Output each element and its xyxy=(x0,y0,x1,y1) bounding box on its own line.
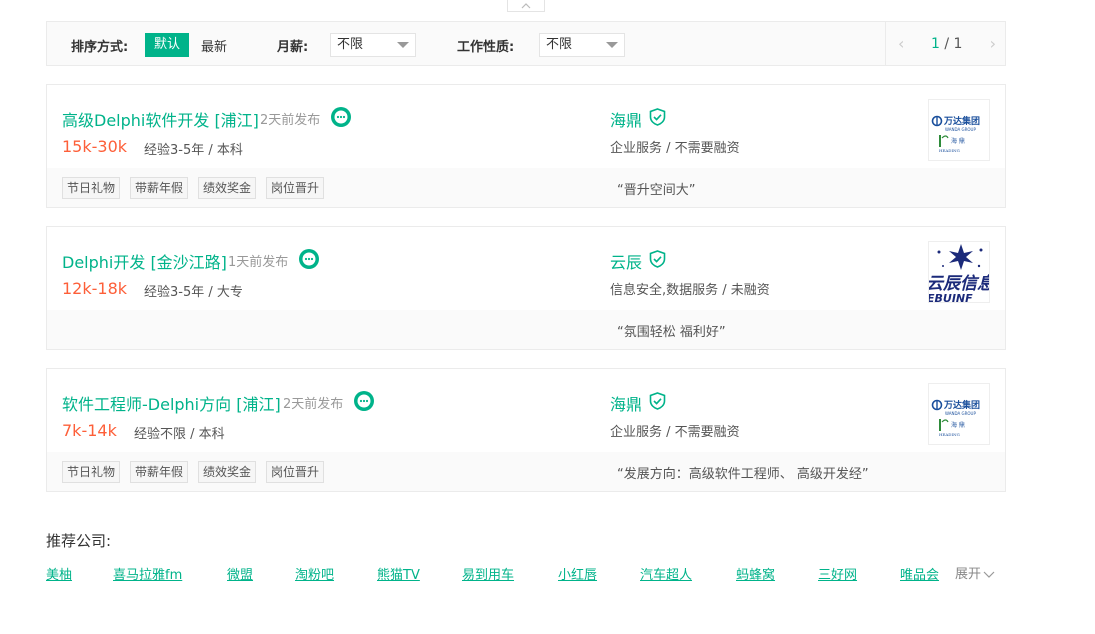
logo-text: 云辰信息 xyxy=(929,274,990,294)
logo-text: 海 鼎 xyxy=(951,137,965,145)
caret-down-icon xyxy=(606,42,618,48)
logo-text: 万达集团 xyxy=(943,115,980,127)
job-tag: 带薪年假 xyxy=(130,177,189,199)
shield-check-icon xyxy=(649,250,666,268)
recommend-company-link[interactable]: 淘粉吧 xyxy=(295,564,334,583)
job-requirement: 经验不限 / 本科 xyxy=(134,427,225,442)
job-card: 高级Delphi软件开发 [浦江] 2天前发布 15k-30k 经验3-5年 /… xyxy=(46,84,1006,208)
recommend-company-link[interactable]: 汽车超人 xyxy=(640,564,692,583)
logo-subtext: EBUINF xyxy=(929,292,973,303)
job-salary: 15k-30k xyxy=(62,137,128,156)
company-industry: 企业服务 / 不需要融资 xyxy=(610,141,740,156)
job-card: 软件工程师-Delphi方向 [浦江] 2天前发布 7k-14k 经验不限 / … xyxy=(46,368,1006,492)
nature-select[interactable]: 不限 xyxy=(539,33,625,57)
logo-subtext: HEADING xyxy=(939,148,960,153)
chevron-down-icon xyxy=(983,571,995,578)
sort-label: 排序方式: xyxy=(71,40,129,55)
shield-check-icon xyxy=(649,108,666,126)
job-salary: 7k-14k xyxy=(62,421,117,440)
salary-label: 月薪: xyxy=(277,40,309,55)
caret-down-icon xyxy=(397,42,409,48)
recommend-company-link[interactable]: 小红唇 xyxy=(558,564,597,583)
logo-subtext: WANDA GROUP xyxy=(945,127,976,132)
sort-latest-button[interactable]: 最新 xyxy=(201,36,227,55)
chevron-left-icon[interactable]: ‹ xyxy=(898,34,904,53)
logo-text: 海 鼎 xyxy=(951,421,965,429)
recommend-company-link[interactable]: 熊猫TV xyxy=(377,564,420,583)
nature-select-value: 不限 xyxy=(546,37,573,52)
job-tag: 带薪年假 xyxy=(130,461,189,483)
salary-select[interactable]: 不限 xyxy=(330,33,416,57)
salary-select-value: 不限 xyxy=(337,37,364,52)
chevron-right-icon[interactable]: › xyxy=(990,34,996,53)
job-tag: 岗位晋升 xyxy=(266,177,325,199)
pager: ‹ 1 / 1 › xyxy=(885,22,1006,65)
job-tag: 岗位晋升 xyxy=(266,461,325,483)
company-slogan: “晋升空间大” xyxy=(617,183,696,198)
job-title-link[interactable]: 软件工程师-Delphi方向 [浦江] xyxy=(62,391,281,415)
job-card-footer: 节日礼物 带薪年假 绩效奖金 岗位晋升 “晋升空间大” xyxy=(47,168,1005,207)
recommend-company-link[interactable]: 蚂蜂窝 xyxy=(736,564,775,583)
logo-subtext: HEADING xyxy=(939,432,960,437)
company-name-link[interactable]: 海鼎 xyxy=(610,391,642,415)
job-title-link[interactable]: Delphi开发 [金沙江路] xyxy=(62,249,227,273)
recommend-company-link[interactable]: 三好网 xyxy=(818,564,857,583)
job-requirement: 经验3-5年 / 大专 xyxy=(144,285,243,300)
expand-button[interactable]: 展开 xyxy=(955,563,995,582)
wanda-logo-icon: 万达集团 WANDA GROUP 海 鼎 HEADING xyxy=(931,399,980,437)
job-posted-time: 2天前发布 xyxy=(260,113,321,128)
recommend-company-link[interactable]: 喜马拉雅fm xyxy=(113,564,182,583)
recommend-company-link[interactable]: 美柚 xyxy=(46,564,72,583)
job-tag: 节日礼物 xyxy=(62,461,121,483)
company-logo[interactable]: 万达集团 WANDA GROUP 海 鼎 HEADING xyxy=(928,383,990,445)
job-card-footer: 节日礼物 带薪年假 绩效奖金 岗位晋升 “发展方向：高级软件工程师、 高级开发经… xyxy=(47,452,1005,491)
job-salary: 12k-18k xyxy=(62,279,128,298)
expand-label: 展开 xyxy=(955,567,982,582)
job-title-link[interactable]: 高级Delphi软件开发 [浦江] xyxy=(62,107,259,131)
job-tags: 节日礼物 带薪年假 绩效奖金 岗位晋升 xyxy=(62,461,325,483)
job-tag: 绩效奖金 xyxy=(198,177,257,199)
nature-label: 工作性质: xyxy=(457,40,515,55)
chat-bubble-icon[interactable] xyxy=(330,106,352,128)
sort-default-button[interactable]: 默认 xyxy=(145,33,189,57)
job-card-footer: “氛围轻松 福利好” xyxy=(47,310,1005,349)
pager-numbers: 1 / 1 xyxy=(931,36,962,52)
job-tags: 节日礼物 带薪年假 绩效奖金 岗位晋升 xyxy=(62,177,325,199)
pager-current: 1 xyxy=(931,36,940,52)
recommend-title: 推荐公司: xyxy=(46,532,112,550)
job-posted-time: 1天前发布 xyxy=(228,255,289,270)
job-tag: 节日礼物 xyxy=(62,177,121,199)
pager-separator: / xyxy=(944,36,950,52)
chevron-up-icon xyxy=(521,2,531,8)
chat-bubble-icon[interactable] xyxy=(353,390,375,412)
job-card: Delphi开发 [金沙江路] 1天前发布 12k-18k 经验3-5年 / 大… xyxy=(46,226,1006,350)
company-logo[interactable]: 云辰信息 EBUINF xyxy=(928,241,990,303)
company-slogan: “发展方向：高级软件工程师、 高级开发经” xyxy=(617,467,869,482)
filter-bar: 排序方式: 默认 最新 月薪: 不限 工作性质: 不限 ‹ 1 / 1 › xyxy=(46,21,1006,66)
company-name-link[interactable]: 云辰 xyxy=(610,249,642,273)
shield-check-icon xyxy=(649,392,666,410)
pager-total: 1 xyxy=(953,36,963,52)
yunchen-logo-icon: 云辰信息 EBUINF xyxy=(929,244,990,303)
collapse-filter-tab[interactable] xyxy=(507,0,545,12)
recommend-company-link[interactable]: 微盟 xyxy=(227,564,253,583)
logo-subtext: WANDA GROUP xyxy=(945,411,976,416)
logo-text: 万达集团 xyxy=(943,399,980,411)
job-tag: 绩效奖金 xyxy=(198,461,257,483)
company-name-link[interactable]: 海鼎 xyxy=(610,107,642,131)
recommend-company-link[interactable]: 易到用车 xyxy=(462,564,514,583)
recommend-company-link[interactable]: 唯品会 xyxy=(900,564,939,583)
job-posted-time: 2天前发布 xyxy=(283,397,344,412)
company-industry: 信息安全,数据服务 / 未融资 xyxy=(610,283,770,298)
chat-bubble-icon[interactable] xyxy=(298,248,320,270)
company-logo[interactable]: 万达集团 WANDA GROUP 海 鼎 HEADING xyxy=(928,99,990,161)
job-requirement: 经验3-5年 / 本科 xyxy=(144,143,243,158)
company-industry: 企业服务 / 不需要融资 xyxy=(610,425,740,440)
company-slogan: “氛围轻松 福利好” xyxy=(617,325,726,340)
wanda-logo-icon: 万达集团 WANDA GROUP 海 鼎 HEADING xyxy=(931,115,980,153)
